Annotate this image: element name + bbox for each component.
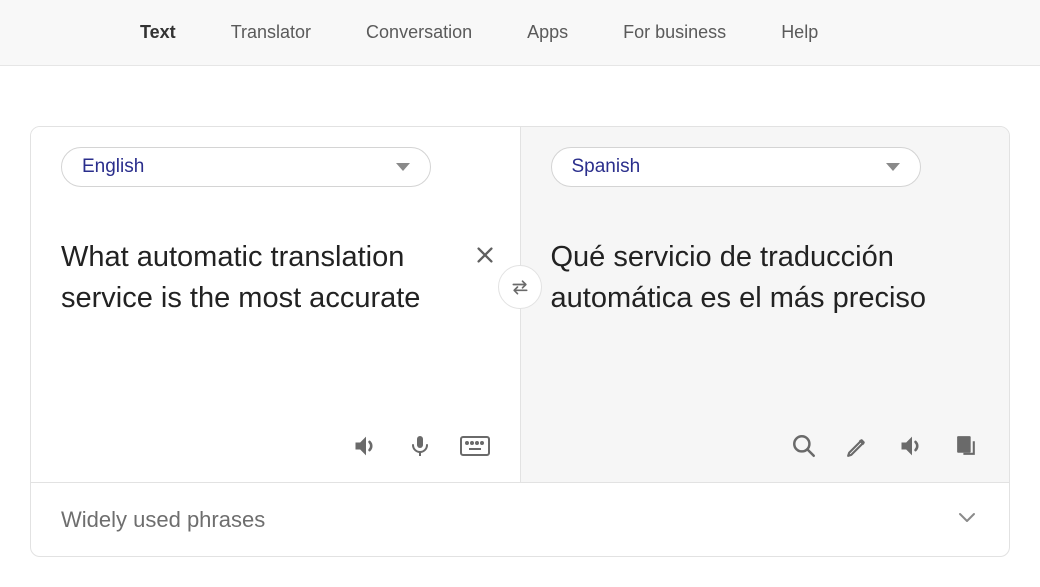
target-text-area: Qué servicio de traducción automática es…	[551, 237, 980, 418]
search-icon	[791, 433, 817, 459]
speaker-icon	[898, 432, 926, 460]
widely-used-phrases-label: Widely used phrases	[61, 507, 265, 533]
chevron-down-icon	[886, 163, 900, 171]
tab-text[interactable]: Text	[140, 22, 176, 43]
target-toolbar	[551, 428, 980, 464]
edit-button[interactable]	[845, 434, 870, 459]
source-language-label: English	[82, 156, 144, 178]
tab-for-business[interactable]: For business	[623, 22, 726, 43]
listen-button[interactable]	[352, 432, 380, 460]
pencil-icon	[845, 434, 870, 459]
source-toolbar	[61, 428, 490, 464]
microphone-icon	[408, 432, 432, 460]
source-text-area[interactable]: What automatic translation service is th…	[61, 237, 490, 418]
swap-icon	[510, 277, 530, 297]
search-button[interactable]	[791, 433, 817, 459]
widely-used-phrases-row[interactable]: Widely used phrases	[31, 482, 1009, 556]
top-nav: Text Translator Conversation Apps For bu…	[0, 0, 1040, 66]
target-panel: Spanish Qué servicio de traducción autom…	[520, 127, 1010, 482]
listen-target-button[interactable]	[898, 432, 926, 460]
tab-help[interactable]: Help	[781, 22, 818, 43]
close-icon	[474, 244, 496, 266]
keyboard-icon	[460, 434, 490, 458]
tab-apps[interactable]: Apps	[527, 22, 568, 43]
source-text: What automatic translation service is th…	[61, 241, 420, 314]
tab-conversation[interactable]: Conversation	[366, 22, 472, 43]
copy-icon	[954, 433, 979, 460]
panels: English What automatic translation servi…	[31, 127, 1009, 482]
translator-card: English What automatic translation servi…	[30, 126, 1010, 557]
clear-button[interactable]	[474, 237, 496, 278]
target-language-select[interactable]: Spanish	[551, 147, 921, 187]
chevron-down-icon	[955, 505, 979, 534]
source-panel: English What automatic translation servi…	[31, 127, 520, 482]
target-language-label: Spanish	[572, 156, 641, 178]
tab-translator[interactable]: Translator	[231, 22, 311, 43]
target-text: Qué servicio de traducción automática es…	[551, 241, 927, 314]
keyboard-button[interactable]	[460, 434, 490, 458]
microphone-button[interactable]	[408, 432, 432, 460]
copy-button[interactable]	[954, 433, 979, 460]
swap-languages-button[interactable]	[498, 265, 542, 309]
chevron-down-icon	[396, 163, 410, 171]
source-language-select[interactable]: English	[61, 147, 431, 187]
speaker-icon	[352, 432, 380, 460]
